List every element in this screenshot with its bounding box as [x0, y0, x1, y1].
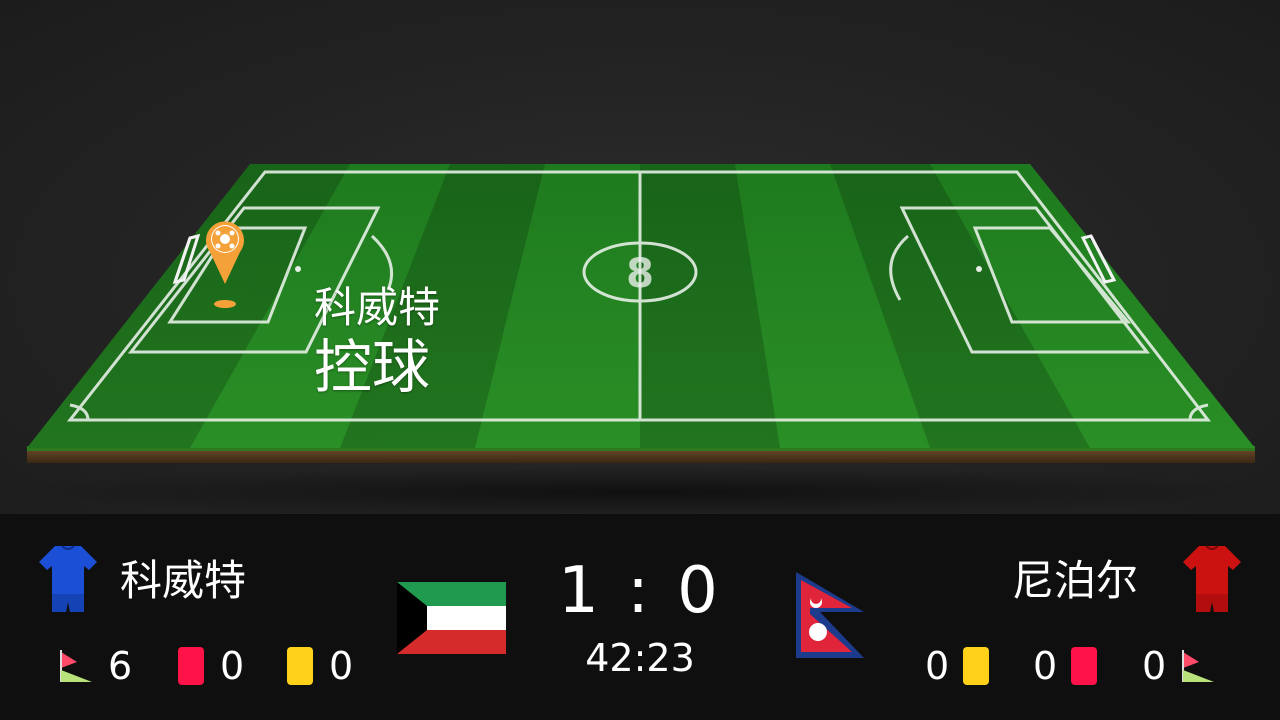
away-corners-stat: 0 — [1142, 644, 1216, 688]
match-score: 1 : 0 — [558, 554, 722, 628]
pitch: 8 — [0, 164, 1280, 514]
home-jersey-icon — [39, 545, 97, 612]
home-corners-count: 6 — [108, 644, 133, 688]
possession-label: 科威特 控球 — [314, 283, 440, 401]
red-card-icon — [178, 647, 204, 685]
away-team-name: 尼泊尔 — [1012, 556, 1139, 605]
away-yellow-cards-count: 0 — [925, 644, 950, 688]
scoreboard: 科威特 1 : 0 42:23 尼泊尔 6 0 0 0 0 0 — [0, 514, 1280, 720]
nepal-flag-icon — [796, 572, 864, 658]
yellow-card-icon — [287, 647, 313, 685]
away-yellow-cards-stat: 0 — [925, 644, 990, 688]
possession-team: 科威特 — [314, 283, 441, 332]
home-team-name: 科威特 — [120, 556, 247, 605]
yellow-card-icon — [963, 647, 990, 685]
home-yellow-cards-stat: 0 — [287, 644, 354, 688]
possession-action: 控球 — [314, 333, 431, 401]
match-clock: 42:23 — [585, 636, 695, 680]
away-jersey-icon — [1183, 545, 1241, 612]
home-red-cards-stat: 0 — [178, 644, 245, 688]
left-penalty-spot — [295, 266, 301, 272]
corner-flag-icon — [1182, 650, 1215, 682]
pitch-shadow — [0, 466, 1280, 514]
home-corners-stat: 6 — [58, 644, 133, 688]
away-red-cards-count: 0 — [1033, 644, 1058, 688]
home-yellow-cards-count: 0 — [329, 644, 354, 688]
kuwait-flag-icon — [397, 582, 506, 654]
right-penalty-spot — [976, 266, 982, 272]
red-card-icon — [1071, 647, 1098, 685]
pitch-stage: 8 科威特 控球 — [0, 0, 1280, 514]
away-corners-count: 0 — [1142, 644, 1167, 688]
center-mark: 8 — [626, 251, 654, 297]
home-red-cards-count: 0 — [220, 644, 245, 688]
corner-flag-icon — [60, 650, 92, 682]
away-red-cards-stat: 0 — [1033, 644, 1098, 688]
